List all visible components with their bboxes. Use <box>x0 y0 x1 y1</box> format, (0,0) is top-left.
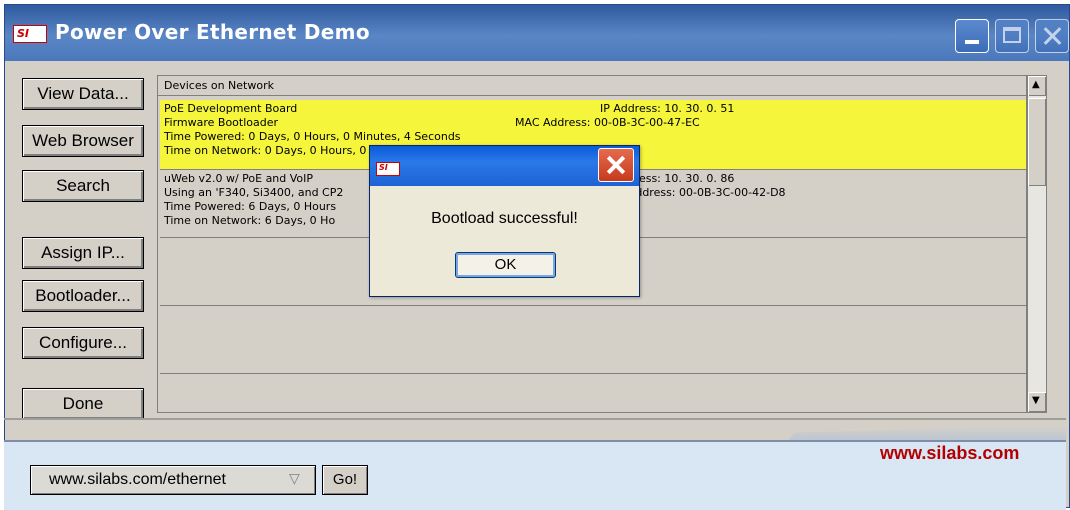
device-type: Using an 'F340, Si3400, and CP2 <box>164 186 344 199</box>
arrow-up-icon: ▲ <box>1032 79 1040 90</box>
go-button[interactable]: Go! <box>322 465 368 495</box>
app-logo-text: SI <box>17 27 30 40</box>
chevron-down-icon[interactable]: ▽ <box>289 471 300 487</box>
brand-link[interactable]: www.silabs.com <box>880 443 1019 464</box>
device-row-empty[interactable] <box>160 306 1026 374</box>
device-name: uWeb v2.0 w/ PoE and VoIP <box>164 172 314 185</box>
dialog-logo-icon: SI <box>376 162 400 176</box>
footer-divider <box>4 418 1066 420</box>
arrow-down-icon: ▼ <box>1032 395 1040 406</box>
search-button[interactable]: Search <box>22 170 144 202</box>
window-title: Power Over Ethernet Demo <box>55 20 370 44</box>
device-time-powered: Time Powered: 6 Days, 0 Hours <box>164 200 337 213</box>
device-name: PoE Development Board <box>164 102 298 115</box>
dialog-logo-text: SI <box>379 163 388 172</box>
url-dropdown[interactable]: www.silabs.com/ethernet ▽ <box>30 465 316 495</box>
web-browser-button[interactable]: Web Browser <box>22 125 144 157</box>
view-data-button[interactable]: View Data... <box>22 78 144 110</box>
device-list-scrollbar[interactable]: ▲ ▼ <box>1027 75 1047 413</box>
device-type: Firmware Bootloader <box>164 116 279 129</box>
scroll-up-button[interactable]: ▲ <box>1028 76 1046 96</box>
scroll-down-button[interactable]: ▼ <box>1028 392 1046 412</box>
ok-button[interactable]: OK <box>455 252 556 278</box>
app-logo-icon: SI <box>13 25 47 43</box>
url-dropdown-value: www.silabs.com/ethernet <box>49 471 226 488</box>
scroll-thumb[interactable] <box>1028 98 1046 186</box>
device-ip-address: IP Address: 10. 30. 0. 51 <box>600 102 735 115</box>
done-button[interactable]: Done <box>22 388 144 420</box>
minimize-button[interactable] <box>955 19 989 53</box>
device-time-powered: Time Powered: 0 Days, 0 Hours, 0 Minutes… <box>164 130 461 143</box>
message-dialog: SI Bootload successful! OK <box>369 145 640 297</box>
dialog-message: Bootload successful! <box>431 210 578 227</box>
device-mac-address: MAC Address: 00-0B-3C-00-47-EC <box>515 116 700 129</box>
maximize-button[interactable] <box>995 19 1029 53</box>
dialog-close-button[interactable] <box>598 148 634 182</box>
assign-ip-button[interactable]: Assign IP... <box>22 237 144 269</box>
title-bar[interactable]: SI Power Over Ethernet Demo <box>5 5 1069 61</box>
configure-button[interactable]: Configure... <box>22 327 144 359</box>
device-time-on-network: Time on Network: 6 Days, 0 Ho <box>164 214 336 227</box>
device-list-header: Devices on Network <box>158 76 1026 96</box>
bootloader-button[interactable]: Bootloader... <box>22 280 144 312</box>
close-window-button[interactable] <box>1035 19 1069 53</box>
dialog-title-bar[interactable]: SI <box>370 146 639 186</box>
